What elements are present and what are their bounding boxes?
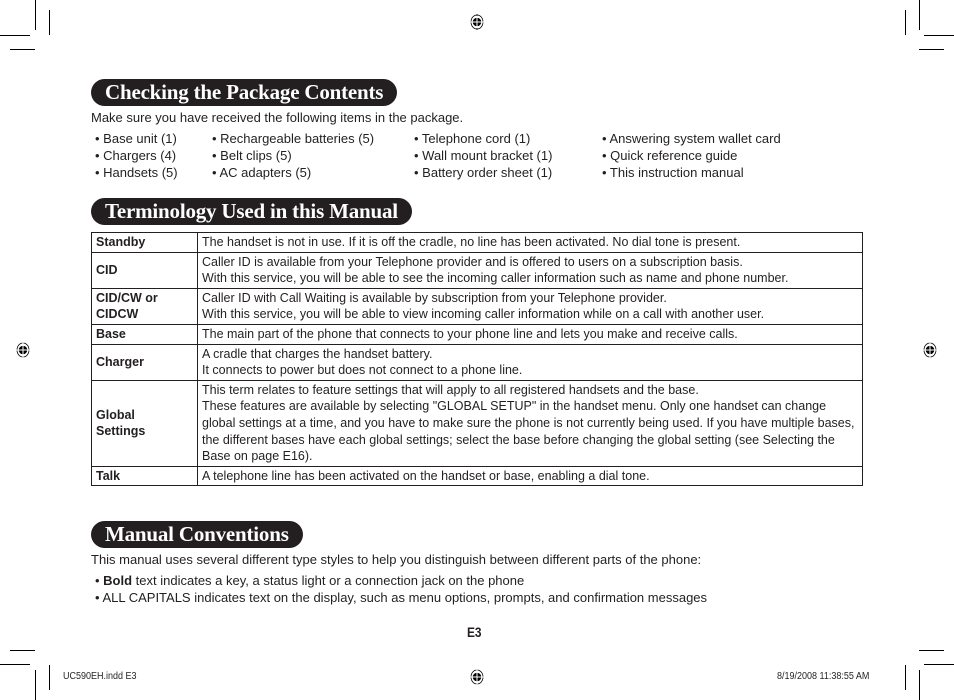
crop-mark-top-left-v1 bbox=[35, 0, 36, 30]
bullet: • bbox=[95, 573, 104, 588]
list-item: • Telephone cord (1) bbox=[414, 131, 531, 146]
crop-mark-bottom-left-h2 bbox=[10, 650, 35, 651]
item-text: text indicates a key, a status light or … bbox=[132, 573, 525, 588]
list-item: • Wall mount bracket (1) bbox=[414, 148, 553, 163]
term-line: CID/CW or bbox=[96, 290, 158, 305]
term-cell: CID bbox=[91, 251, 198, 289]
definition-line: This term relates to feature settings th… bbox=[202, 382, 699, 397]
package-list-column-2: • Rechargeable batteries (5) • Belt clip… bbox=[212, 130, 374, 181]
definition-cell: A cradle that charges the handset batter… bbox=[197, 343, 863, 381]
definition-line: A cradle that charges the handset batter… bbox=[202, 346, 858, 379]
table-row: Base The main part of the phone that con… bbox=[91, 323, 863, 345]
definition-line: It connects to power but does not connec… bbox=[202, 363, 523, 378]
slug-file-name: UC590EH.indd E3 bbox=[63, 671, 137, 682]
table-row: Charger A cradle that charges the handse… bbox=[91, 343, 863, 381]
page-number: E3 bbox=[467, 624, 482, 640]
section-heading-manual-conventions: Manual Conventions bbox=[91, 521, 303, 548]
list-item: • Answering system wallet card bbox=[602, 131, 781, 146]
definition-line: This term relates to feature settings th… bbox=[202, 382, 858, 465]
term-cell: Charger bbox=[91, 343, 198, 381]
table-row: Talk A telephone line has been activated… bbox=[91, 465, 863, 487]
crop-mark-bottom-right-h1 bbox=[924, 664, 954, 665]
crop-mark-top-left-h2 bbox=[10, 49, 35, 50]
table-row: Global Settings This term relates to fea… bbox=[91, 379, 863, 467]
term-line: CIDCW bbox=[96, 307, 139, 322]
package-list-column-3: • Telephone cord (1) • Wall mount bracke… bbox=[414, 130, 552, 181]
conventions-intro-text: This manual uses several different type … bbox=[91, 552, 702, 567]
definition-cell: This term relates to feature settings th… bbox=[197, 379, 863, 467]
definition-line: Caller ID with Call Waiting is available… bbox=[202, 290, 858, 323]
terminology-table: Standby The handset is not in use. If it… bbox=[91, 232, 863, 487]
list-item: • AC adapters (5) bbox=[212, 165, 312, 180]
crop-mark-top-left-h1 bbox=[0, 35, 30, 36]
term-cell: Talk bbox=[91, 465, 198, 487]
list-item: • This instruction manual bbox=[602, 165, 744, 180]
registration-target-icon bbox=[469, 669, 485, 685]
definition-cell: Caller ID is available from your Telepho… bbox=[197, 251, 863, 289]
list-item: • Chargers (4) bbox=[95, 148, 177, 163]
list-item: • Handsets (5) bbox=[95, 165, 178, 180]
definition-line: Caller ID is available from your Telepho… bbox=[202, 254, 743, 269]
term-cell: CID/CW or CIDCW bbox=[91, 287, 198, 325]
package-list-column-1: • Base unit (1) • Chargers (4) • Handset… bbox=[95, 130, 178, 181]
list-item: • Quick reference guide bbox=[602, 148, 738, 163]
definition-line: With this service, you will be able to s… bbox=[202, 271, 789, 286]
bold-keyword: Bold bbox=[103, 573, 133, 588]
crop-mark-top-left-v2 bbox=[49, 10, 50, 35]
crop-mark-bottom-right-v2 bbox=[905, 665, 906, 690]
term-cell: Base bbox=[91, 323, 198, 345]
definition-cell: Caller ID with Call Waiting is available… bbox=[197, 287, 863, 325]
list-item: • Belt clips (5) bbox=[212, 148, 292, 163]
section-heading-package-contents: Checking the Package Contents bbox=[91, 79, 398, 106]
definition-line: A cradle that charges the handset batter… bbox=[202, 346, 433, 361]
registration-target-icon bbox=[469, 14, 485, 30]
crop-mark-bottom-left-v1 bbox=[35, 670, 36, 700]
definition-cell: A telephone line has been activated on t… bbox=[197, 465, 863, 487]
conventions-item-capitals: • ALL CAPITALS indicates text on the dis… bbox=[95, 590, 707, 605]
table-row: Standby The handset is not in use. If it… bbox=[91, 232, 863, 253]
crop-mark-bottom-left-v2 bbox=[49, 665, 50, 690]
slug-timestamp: 8/19/2008 11:38:55 AM bbox=[777, 671, 870, 682]
crop-mark-bottom-right-v1 bbox=[919, 670, 920, 700]
table-row: CID/CW or CIDCW Caller ID with Call Waiti… bbox=[91, 287, 863, 325]
registration-target-icon bbox=[15, 342, 31, 358]
definition-line: Caller ID with Call Waiting is available… bbox=[202, 290, 667, 305]
definition-line: With this service, you will be able to v… bbox=[202, 307, 765, 322]
item-text: ALL CAPITALS indicates text on the displ… bbox=[102, 590, 708, 605]
crop-mark-bottom-right-h2 bbox=[919, 650, 944, 651]
crop-mark-top-right-v2 bbox=[905, 10, 906, 35]
definition-line: Caller ID is available from your Telepho… bbox=[202, 254, 858, 287]
list-item: • Base unit (1) bbox=[95, 131, 177, 146]
conventions-item-bold: • Bold text indicates a key, a status li… bbox=[95, 573, 524, 588]
definition-cell: The handset is not in use. If it is off … bbox=[197, 232, 863, 253]
table-row: CID Caller ID is available from your Tel… bbox=[91, 251, 863, 289]
crop-mark-top-right-h2 bbox=[919, 49, 944, 50]
crop-mark-bottom-left-h1 bbox=[0, 664, 30, 665]
registration-target-icon bbox=[922, 342, 938, 358]
list-item: • Rechargeable batteries (5) bbox=[212, 131, 375, 146]
term-cell: Global Settings bbox=[91, 379, 198, 467]
package-list-column-4: • Answering system wallet card • Quick r… bbox=[602, 130, 781, 181]
term-cell: Standby bbox=[91, 232, 198, 253]
term-text: Global Settings bbox=[96, 407, 146, 439]
crop-mark-top-right-v1 bbox=[919, 0, 920, 30]
definition-cell: The main part of the phone that connects… bbox=[197, 323, 863, 345]
section-heading-terminology: Terminology Used in this Manual bbox=[91, 198, 412, 225]
definition-line: These features are available by selectin… bbox=[202, 399, 855, 464]
package-intro-text: Make sure you have received the followin… bbox=[91, 110, 464, 125]
list-item: • Battery order sheet (1) bbox=[414, 165, 553, 180]
crop-mark-top-right-h1 bbox=[924, 35, 954, 36]
